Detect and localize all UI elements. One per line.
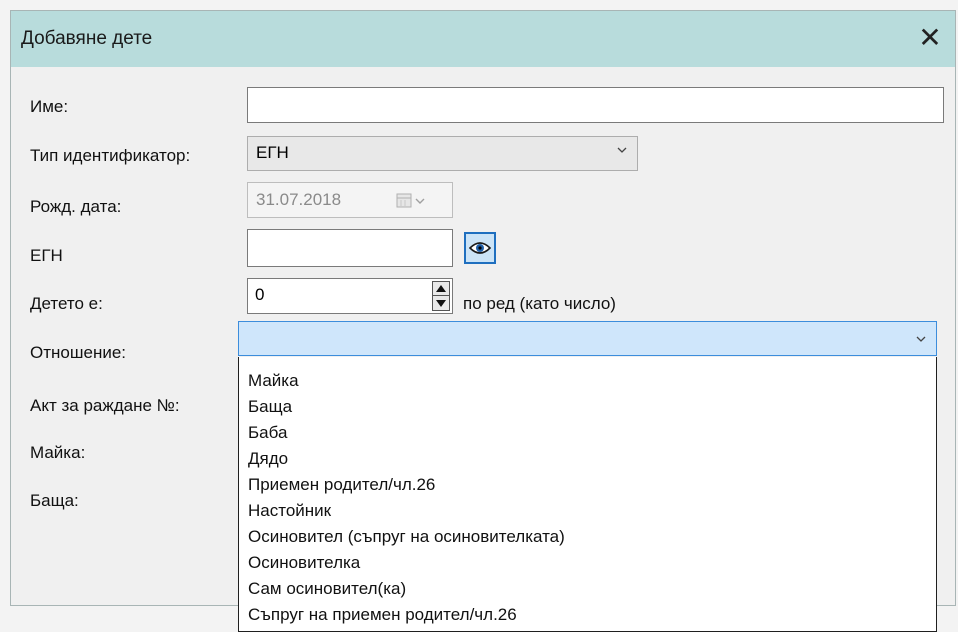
egn-input[interactable] <box>247 229 453 267</box>
father-label: Баща: <box>30 491 79 510</box>
birth-date-picker: 31.07.2018 <box>247 182 453 218</box>
birth-date-value: 31.07.2018 <box>256 190 342 209</box>
arrow-up-icon[interactable] <box>435 284 447 294</box>
birth-date-label: Рожд. дата: <box>30 197 122 216</box>
relation-select[interactable] <box>238 321 937 356</box>
calendar-icon <box>396 193 425 208</box>
dropdown-option[interactable]: Баща <box>248 397 292 417</box>
dialog-title: Добавяне дете <box>21 28 153 49</box>
relation-label: Отношение: <box>30 343 127 362</box>
id-type-value: ЕГН <box>256 143 289 162</box>
arrow-down-icon[interactable] <box>435 298 447 308</box>
stepper-buttons[interactable] <box>432 281 450 311</box>
dropdown-option[interactable]: Настойник <box>248 501 331 521</box>
close-icon[interactable]: ✕ <box>909 17 951 59</box>
dropdown-option[interactable]: Осиновител (съпруг на осиновителката) <box>248 527 565 547</box>
name-input[interactable] <box>247 87 944 123</box>
dropdown-option[interactable]: Дядо <box>248 449 288 469</box>
dropdown-option[interactable]: Сам осиновител(ка) <box>248 579 406 599</box>
dropdown-option[interactable]: Баба <box>248 423 287 443</box>
egn-label: ЕГН <box>30 246 63 265</box>
name-label: Име: <box>30 97 69 116</box>
id-type-label: Тип идентификатор: <box>30 146 191 165</box>
relation-dropdown-list: Майка Баща Баба Дядо Приемен родител/чл.… <box>238 357 937 632</box>
chevron-down-icon <box>916 336 926 342</box>
title-bar: Добавяне дете ✕ <box>11 11 955 67</box>
dropdown-option[interactable]: Осиновителка <box>248 553 360 573</box>
child-order-suffix: по ред (като число) <box>463 294 616 313</box>
chevron-down-icon <box>617 147 627 153</box>
dropdown-option[interactable]: Съпруг на приемен родител/чл.26 <box>248 605 517 625</box>
dropdown-option[interactable]: Приемен родител/чл.26 <box>248 475 435 495</box>
child-order-value: 0 <box>255 285 265 304</box>
child-order-label: Детето е: <box>30 294 103 313</box>
mother-label: Майка: <box>30 443 86 462</box>
birth-act-label: Акт за раждане №: <box>30 396 180 415</box>
child-order-stepper[interactable]: 0 <box>247 278 453 314</box>
dropdown-option[interactable]: Майка <box>248 371 299 391</box>
show-egn-button[interactable] <box>464 232 496 264</box>
eye-icon <box>469 242 491 254</box>
id-type-select[interactable]: ЕГН <box>247 136 638 171</box>
